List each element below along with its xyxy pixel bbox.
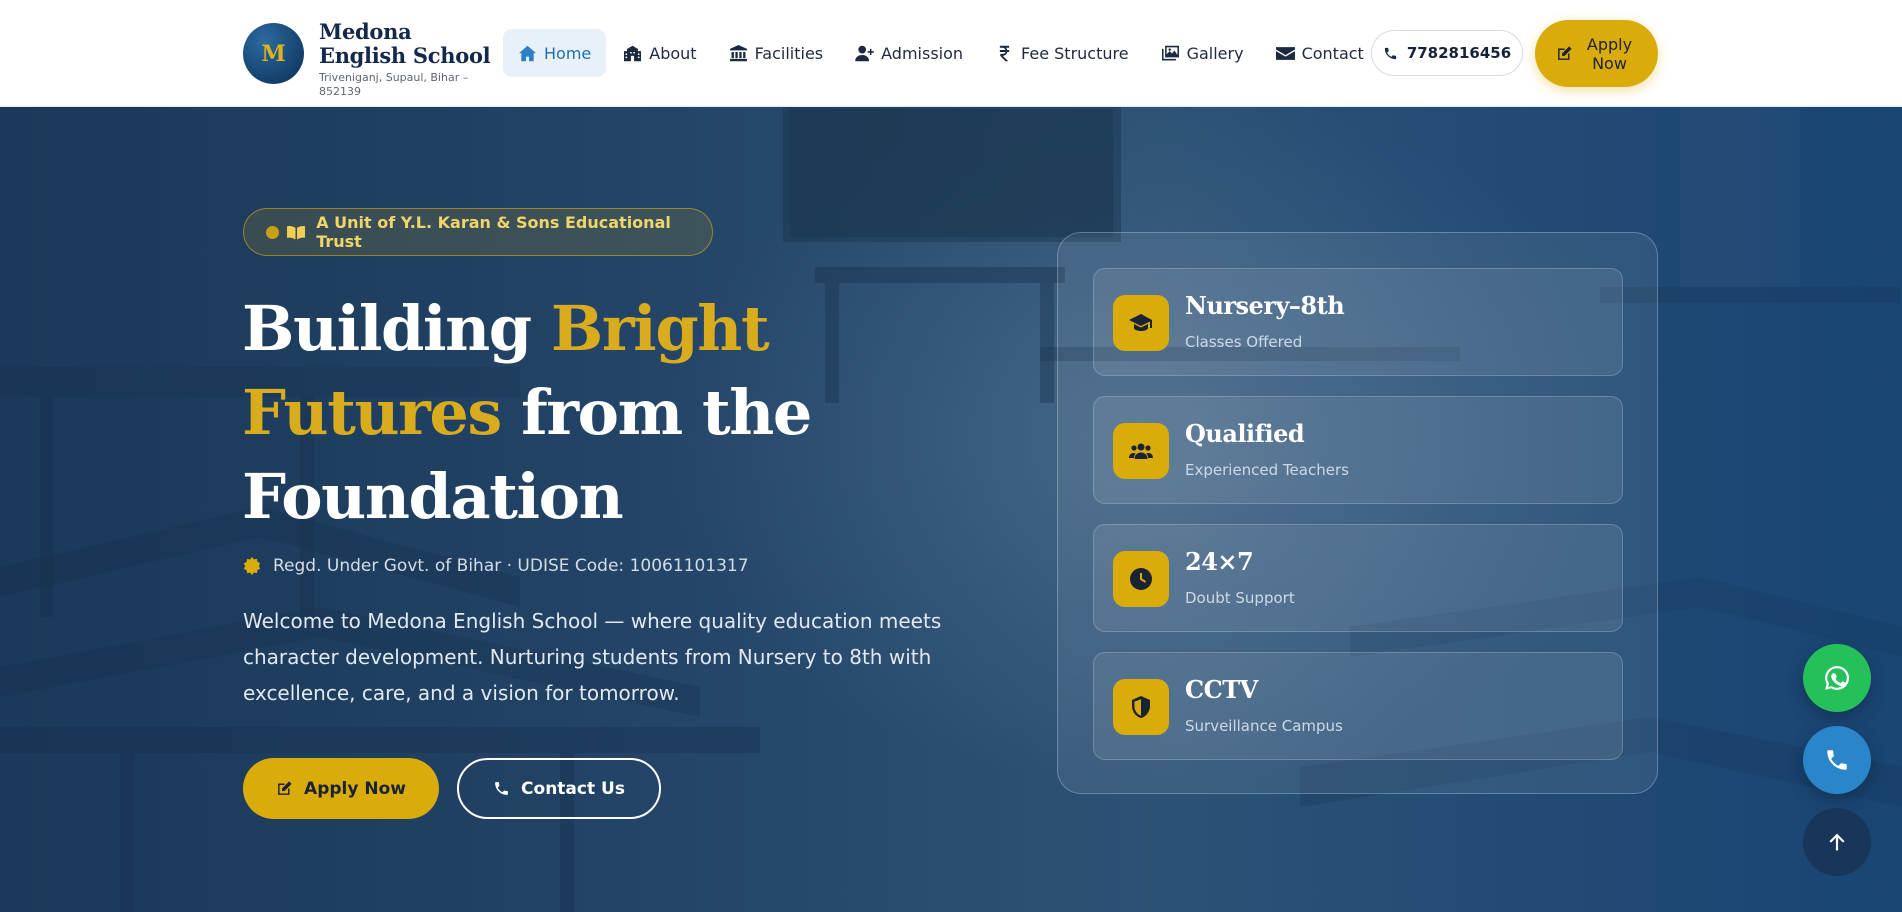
stat-label: Surveillance Campus (1185, 717, 1343, 735)
stat-card-teachers: Qualified Experienced Teachers (1093, 396, 1623, 504)
contact-us-button[interactable]: Contact Us (457, 758, 661, 819)
school-building-icon (624, 45, 642, 61)
stat-icon-box (1113, 551, 1169, 607)
brand[interactable]: M Medona English School Triveniganj, Sup… (243, 20, 499, 99)
landmark-icon (729, 44, 747, 61)
stat-value: Nursery–8th (1185, 291, 1345, 320)
envelope-icon (1275, 46, 1295, 60)
phone-icon (1827, 750, 1847, 770)
book-open-icon (286, 225, 306, 239)
hero-title-part1: Building (242, 292, 551, 365)
stat-value: 24×7 (1185, 547, 1254, 576)
apply-now-label: Apply Now (304, 778, 406, 799)
registration-line: Regd. Under Govt. of Bihar · UDISE Code:… (243, 556, 749, 576)
nav-item-label: Home (544, 43, 592, 63)
arrow-up-icon (1829, 833, 1845, 851)
edit-icon (278, 781, 292, 795)
brand-text: Medona English School Triveniganj, Supau… (319, 20, 499, 99)
whatsapp-float-button[interactable] (1803, 644, 1871, 712)
contact-us-label: Contact Us (521, 778, 625, 799)
rupee-icon (999, 45, 1010, 61)
graduation-cap-icon (1129, 314, 1152, 331)
stat-label: Experienced Teachers (1185, 461, 1349, 479)
apply-now-button[interactable]: Apply Now (243, 758, 439, 819)
stat-value: Qualified (1185, 419, 1305, 448)
nav-item-label: About (649, 43, 697, 63)
trust-badge: A Unit of Y.L. Karan & Sons Educational … (243, 208, 713, 256)
nav-item-fee-structure[interactable]: Fee Structure (980, 29, 1144, 77)
trust-badge-text: A Unit of Y.L. Karan & Sons Educational … (316, 213, 671, 251)
stat-icon-box (1113, 679, 1169, 735)
nav-item-about[interactable]: About (608, 29, 711, 77)
hero-section: A Unit of Y.L. Karan & Sons Educational … (0, 107, 1902, 912)
stat-icon-box (1113, 295, 1169, 351)
phone-icon (495, 782, 508, 795)
nav-item-label: Facilities (754, 43, 824, 63)
school-address: Triveniganj, Supaul, Bihar – 852139 (319, 71, 469, 98)
phone-icon (1384, 47, 1396, 59)
nav-item-contact[interactable]: Contact (1261, 29, 1379, 77)
stats-panel: Nursery–8th Classes Offered Qualified Ex… (1057, 232, 1658, 794)
back-to-top-button[interactable] (1803, 808, 1871, 876)
stat-label: Classes Offered (1185, 333, 1303, 351)
stat-icon-box (1113, 423, 1169, 479)
pulse-dot (266, 225, 279, 239)
stat-card-support: 24×7 Doubt Support (1093, 524, 1623, 632)
site-header: M Medona English School Triveniganj, Sup… (0, 0, 1902, 107)
images-icon (1161, 45, 1179, 60)
nav-item-label: Contact (1301, 43, 1364, 63)
header-apply-button[interactable]: Apply Now (1535, 20, 1658, 87)
home-icon (519, 45, 536, 61)
user-plus-icon (855, 45, 874, 61)
school-logo: M (243, 23, 304, 84)
nav-item-label: Fee Structure (1021, 43, 1129, 63)
nav-item-label: Admission (881, 43, 964, 63)
whatsapp-icon (1825, 666, 1850, 690)
registration-text: Regd. Under Govt. of Bihar · UDISE Code:… (273, 556, 749, 576)
phone-number: 7782816456 (1406, 44, 1512, 62)
certificate-seal-icon (243, 557, 261, 575)
nav-item-home[interactable]: Home (503, 29, 607, 77)
nav-item-admission[interactable]: Admission (840, 29, 978, 77)
clock-icon (1130, 568, 1152, 590)
phone-button[interactable]: 7782816456 (1371, 30, 1523, 76)
shield-icon (1132, 696, 1150, 718)
hero-title: Building Bright Futures from the Foundat… (242, 287, 922, 539)
nav-item-gallery[interactable]: Gallery (1146, 29, 1259, 77)
edit-icon (1557, 46, 1572, 60)
call-float-button[interactable] (1803, 726, 1871, 794)
stat-value: CCTV (1185, 675, 1258, 704)
header-apply-label: Apply Now (1586, 34, 1633, 73)
main-nav: Home About Facilities Admission Fee Stru… (503, 29, 1381, 77)
users-icon (1129, 443, 1153, 459)
stat-label: Doubt Support (1185, 589, 1295, 607)
hero-description: Welcome to Medona English School — where… (243, 609, 942, 705)
stat-card-classes: Nursery–8th Classes Offered (1093, 268, 1623, 376)
nav-item-label: Gallery (1186, 43, 1244, 63)
nav-item-facilities[interactable]: Facilities (714, 29, 839, 77)
stat-card-cctv: CCTV Surveillance Campus (1093, 652, 1623, 760)
school-name: Medona English School (319, 19, 491, 68)
